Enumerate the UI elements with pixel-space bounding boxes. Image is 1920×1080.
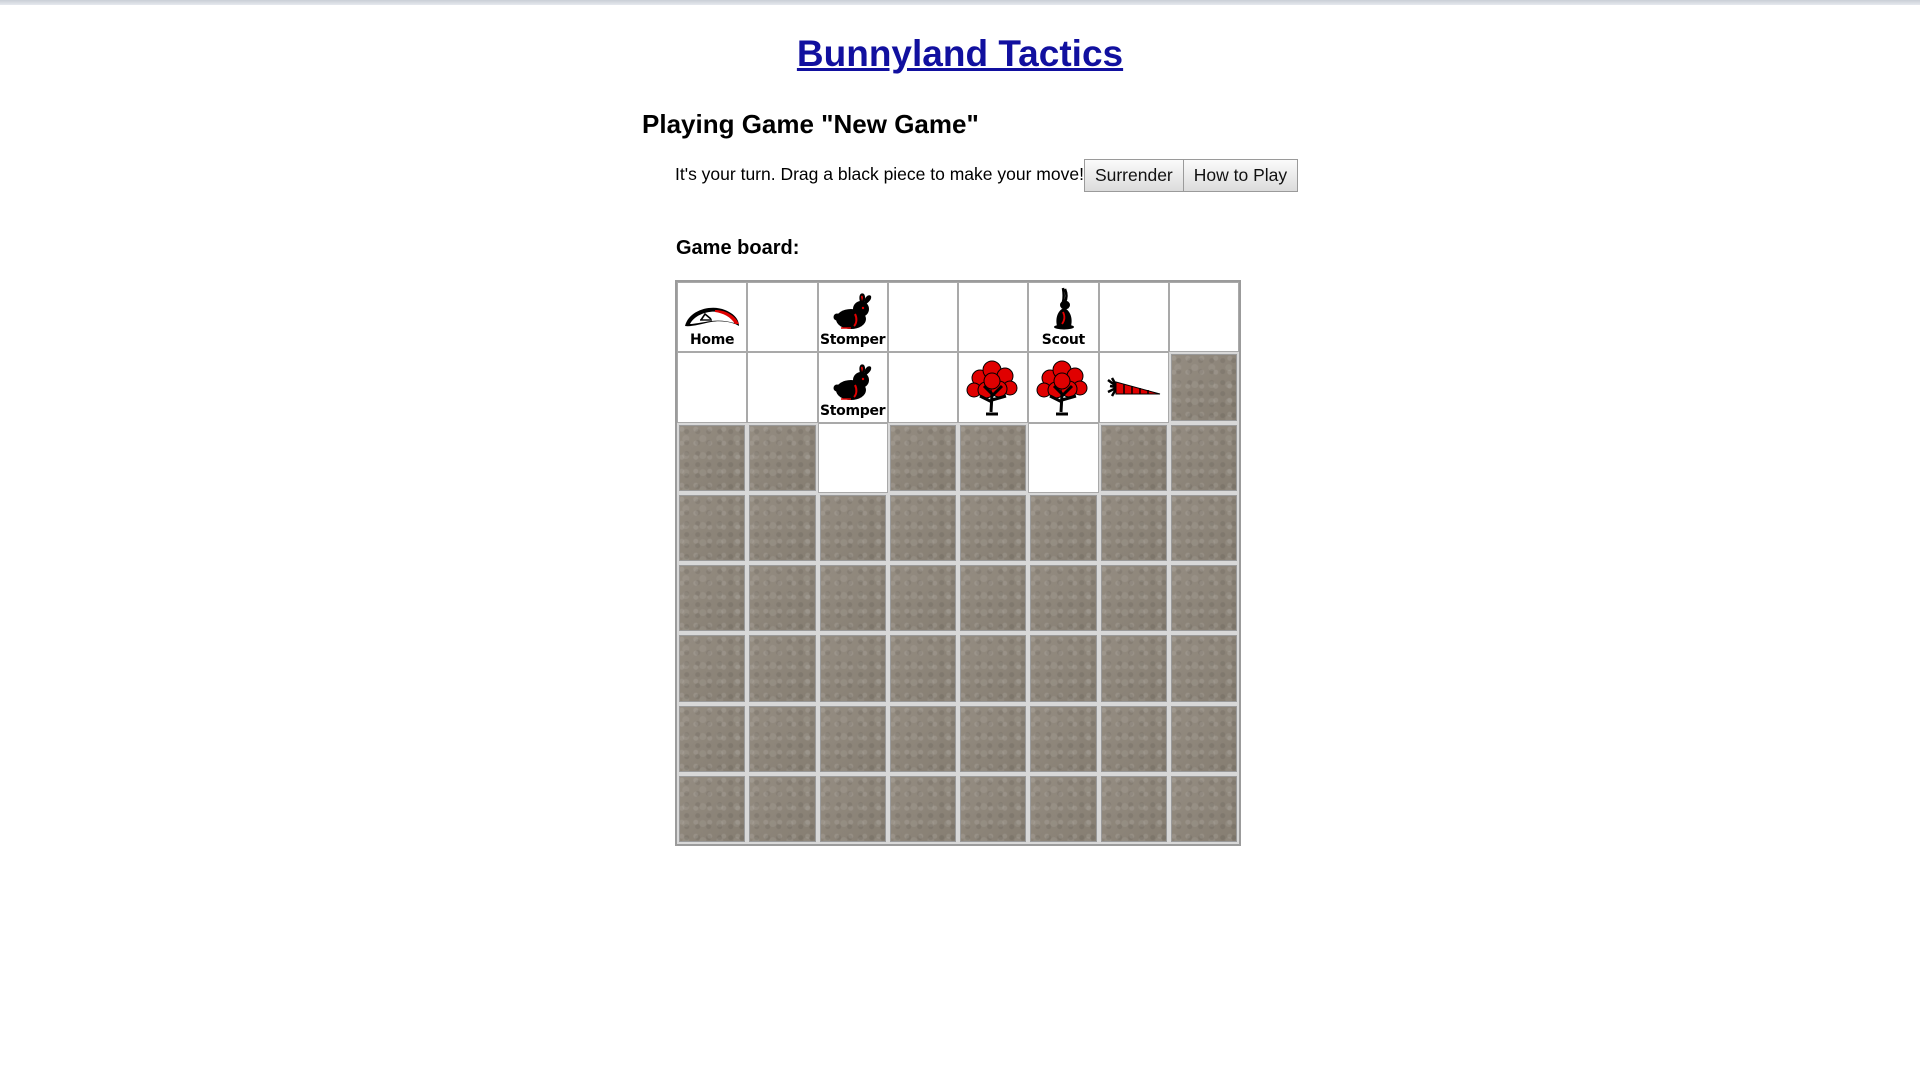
- piece-label: Stomper: [819, 402, 886, 419]
- board-label: Game board:: [676, 237, 800, 259]
- stomper-bunny-icon[interactable]: [827, 292, 879, 332]
- carrot-icon: [1104, 372, 1164, 402]
- board-cell-fog[interactable]: [677, 703, 748, 774]
- board-cell-empty[interactable]: [677, 352, 748, 423]
- board-cell-fog[interactable]: [958, 773, 1029, 844]
- board-cell-empty[interactable]: [747, 282, 818, 353]
- board-cell-fog[interactable]: [1098, 773, 1169, 844]
- piece-label: Stomper: [819, 332, 886, 349]
- tree-icon: [1032, 356, 1094, 418]
- board-cell-empty[interactable]: [887, 282, 958, 353]
- board-cell-fog[interactable]: [1028, 703, 1099, 774]
- board-cell-fog[interactable]: [677, 563, 748, 634]
- game-board: Home Stomper Scout Stomper: [675, 280, 1241, 846]
- board-cell-fog[interactable]: [747, 703, 818, 774]
- site-title: Bunnyland Tactics: [0, 32, 1920, 76]
- board-cell-fog[interactable]: [1098, 563, 1169, 634]
- board-cell-fog[interactable]: [1168, 563, 1239, 634]
- board-cell-empty[interactable]: [958, 282, 1029, 353]
- board-cell-empty[interactable]: [1098, 282, 1169, 353]
- board-cell-fog[interactable]: [1168, 492, 1239, 563]
- piece-label: Home: [690, 332, 735, 349]
- board-cell-fog[interactable]: [1028, 492, 1099, 563]
- stomper-bunny-icon[interactable]: [827, 363, 879, 403]
- board-cell-fog[interactable]: [747, 773, 818, 844]
- game-heading: Playing Game "New Game": [642, 109, 979, 139]
- board-cell-fog[interactable]: [1168, 703, 1239, 774]
- board-cell-tree[interactable]: [1028, 352, 1099, 423]
- board-cell-stomper[interactable]: Stomper: [817, 352, 888, 423]
- board-cell-fog[interactable]: [747, 492, 818, 563]
- board-cell-fog[interactable]: [817, 633, 888, 704]
- board-cell-fog[interactable]: [887, 422, 958, 493]
- scout-bunny-icon[interactable]: [1043, 286, 1083, 332]
- board-cell-scout[interactable]: Scout: [1028, 282, 1099, 353]
- board-cell-empty[interactable]: [1028, 422, 1099, 493]
- board-cell-fog[interactable]: [677, 773, 748, 844]
- tree-icon: [962, 356, 1024, 418]
- board-cell-empty[interactable]: [747, 352, 818, 423]
- board-cell-carrot[interactable]: [1098, 352, 1169, 423]
- turn-status-row: It's your turn. Drag a black piece to ma…: [675, 159, 1299, 193]
- board-cell-fog[interactable]: [1168, 352, 1239, 423]
- board-cell-fog[interactable]: [747, 633, 818, 704]
- board-cell-fog[interactable]: [1168, 422, 1239, 493]
- board-cell-fog[interactable]: [887, 773, 958, 844]
- board-cell-fog[interactable]: [887, 633, 958, 704]
- board-cell-fog[interactable]: [1168, 633, 1239, 704]
- board-cell-tree[interactable]: [958, 352, 1029, 423]
- board-cell-empty[interactable]: [1168, 282, 1239, 353]
- board-cell-fog[interactable]: [677, 422, 748, 493]
- board-cell-fog[interactable]: [677, 633, 748, 704]
- board-cell-empty[interactable]: [887, 352, 958, 423]
- board-cell-fog[interactable]: [958, 633, 1029, 704]
- board-cell-fog[interactable]: [817, 703, 888, 774]
- board-cell-home[interactable]: Home: [677, 282, 748, 353]
- board-cell-fog[interactable]: [887, 492, 958, 563]
- surrender-button[interactable]: Surrender: [1083, 159, 1184, 192]
- board-cell-fog[interactable]: [817, 773, 888, 844]
- board-cell-fog[interactable]: [1098, 492, 1169, 563]
- board-cell-fog[interactable]: [1028, 633, 1099, 704]
- board-cell-fog[interactable]: [958, 492, 1029, 563]
- board-cell-fog[interactable]: [1028, 563, 1099, 634]
- turn-message: It's your turn. Drag a black piece to ma…: [675, 164, 1084, 184]
- board-cell-fog[interactable]: [958, 422, 1029, 493]
- board-cell-fog[interactable]: [817, 492, 888, 563]
- board-cell-fog[interactable]: [1028, 773, 1099, 844]
- board-cell-fog[interactable]: [747, 422, 818, 493]
- board-cell-fog[interactable]: [677, 492, 748, 563]
- board-cell-fog[interactable]: [1098, 422, 1169, 493]
- board-cell-fog[interactable]: [747, 563, 818, 634]
- board-cell-fog[interactable]: [1098, 633, 1169, 704]
- board-cell-stomper[interactable]: Stomper: [817, 282, 888, 353]
- board-cell-fog[interactable]: [1098, 703, 1169, 774]
- board-cell-fog[interactable]: [817, 563, 888, 634]
- board-cell-fog[interactable]: [958, 563, 1029, 634]
- board-cell-fog[interactable]: [887, 703, 958, 774]
- board-cell-empty[interactable]: [817, 422, 888, 493]
- browser-top-edge: [0, 0, 1920, 5]
- piece-label: Scout: [1041, 332, 1085, 349]
- board-cell-fog[interactable]: [1168, 773, 1239, 844]
- home-burrow-icon: [681, 300, 743, 332]
- board-cell-fog[interactable]: [958, 703, 1029, 774]
- board-cell-fog[interactable]: [887, 563, 958, 634]
- how-to-play-button[interactable]: How to Play: [1183, 159, 1299, 192]
- site-title-link[interactable]: Bunnyland Tactics: [797, 33, 1123, 74]
